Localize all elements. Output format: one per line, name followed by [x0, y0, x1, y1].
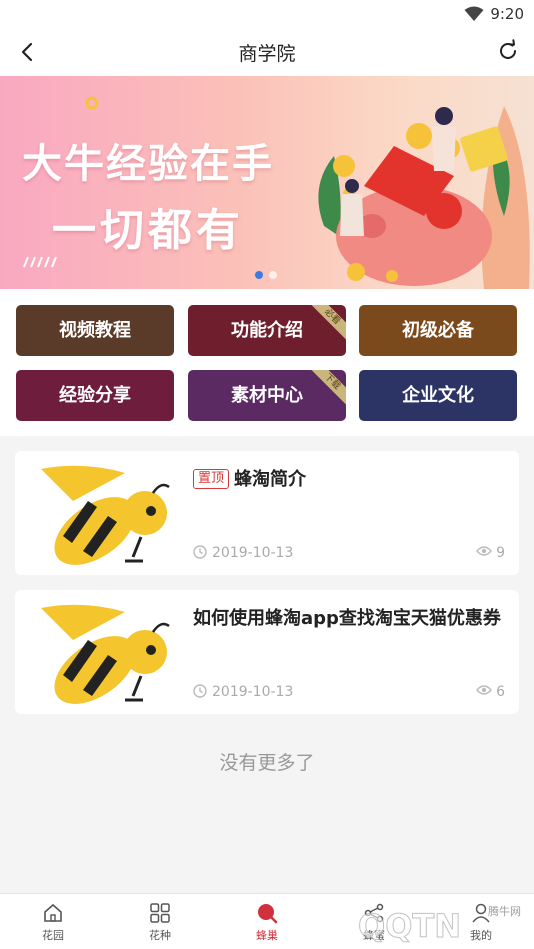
- no-more-text: 没有更多了: [219, 752, 315, 774]
- svg-text:腾牛网: 腾牛网: [488, 904, 521, 918]
- category-label: 素材中心: [231, 385, 303, 406]
- banner-illustration: [318, 106, 530, 289]
- status-bar: 9:20: [0, 0, 534, 28]
- bee-logo-icon: [41, 604, 170, 704]
- banner-stripes: [23, 256, 57, 268]
- promo-banner[interactable]: 大牛经验在手 一切都有: [0, 76, 534, 289]
- tab-label: 蜂巢: [256, 929, 278, 942]
- category-label: 功能介绍: [231, 320, 303, 341]
- pinned-badge: 置顶: [193, 469, 230, 489]
- tab-label: 花种: [149, 929, 171, 942]
- banner-subheadline: 一切都有: [52, 205, 244, 256]
- eye-icon: [476, 546, 493, 556]
- must-see-tag: 必看: [306, 305, 346, 343]
- article-title-text: 蜂淘简介: [234, 469, 307, 490]
- category-label: 视频教程: [59, 320, 131, 341]
- tab-seeds[interactable]: 花种: [130, 902, 190, 943]
- category-grid: 视频教程 功能介绍 必看 初级必备 经验分享 素材中心 下载 企业文化: [0, 289, 534, 436]
- article-views: 6: [476, 684, 505, 700]
- article-card[interactable]: 置顶 蜂淘简介 2019-10-13 9: [15, 451, 519, 575]
- clock-icon: [193, 545, 207, 559]
- hive-icon: [258, 904, 278, 924]
- article-views: 9: [476, 545, 505, 561]
- article-date-text: 2019-10-13: [212, 684, 294, 700]
- category-video-tutorial[interactable]: 视频教程: [16, 305, 174, 356]
- category-label: 初级必备: [402, 320, 474, 341]
- clock-icon: [193, 684, 207, 698]
- article-views-count: 6: [496, 684, 505, 700]
- article-views-count: 9: [496, 545, 505, 561]
- pager-dot[interactable]: [269, 271, 277, 279]
- tab-label: 花园: [42, 929, 64, 942]
- category-experience-sharing[interactable]: 经验分享: [16, 370, 174, 421]
- pager-dot-active[interactable]: [255, 271, 263, 279]
- article-date-text: 2019-10-13: [212, 545, 294, 561]
- category-label: 经验分享: [59, 385, 131, 406]
- watermark-logo: QQTN 腾牛网: [358, 904, 522, 945]
- article-card[interactable]: 如何使用蜂淘app查找淘宝天猫优惠券 2019-10-13 6: [15, 590, 519, 714]
- category-material-center[interactable]: 素材中心 下载: [188, 370, 346, 421]
- tab-hive[interactable]: 蜂巢: [237, 902, 297, 943]
- nav-bar: 商学院: [0, 28, 534, 76]
- category-label: 企业文化: [402, 385, 474, 406]
- category-corporate-culture[interactable]: 企业文化: [359, 370, 517, 421]
- banner-decoration: [85, 96, 99, 110]
- page-title: 商学院: [238, 43, 296, 65]
- wifi-icon: [464, 6, 484, 21]
- tab-garden[interactable]: 花园: [23, 902, 83, 943]
- article-title: 如何使用蜂淘app查找淘宝天猫优惠券: [193, 604, 505, 634]
- download-tag: 下载: [306, 370, 346, 408]
- article-date: 2019-10-13: [193, 545, 293, 561]
- category-feature-intro[interactable]: 功能介绍 必看: [188, 305, 346, 356]
- bee-logo-icon: [41, 465, 170, 565]
- eye-icon: [476, 685, 493, 695]
- banner-headline: 大牛经验在手: [22, 141, 274, 187]
- banner-pager: [255, 264, 283, 283]
- article-title-text: 如何使用蜂淘app查找淘宝天猫优惠券: [193, 608, 501, 629]
- refresh-icon[interactable]: [496, 39, 520, 63]
- category-beginner-essentials[interactable]: 初级必备: [359, 305, 517, 356]
- grid-icon: [150, 903, 170, 923]
- status-time: 9:20: [490, 5, 524, 23]
- article-title: 置顶 蜂淘简介: [193, 465, 505, 495]
- svg-text:QQTN: QQTN: [358, 907, 461, 945]
- article-date: 2019-10-13: [193, 684, 293, 700]
- home-icon: [44, 903, 62, 922]
